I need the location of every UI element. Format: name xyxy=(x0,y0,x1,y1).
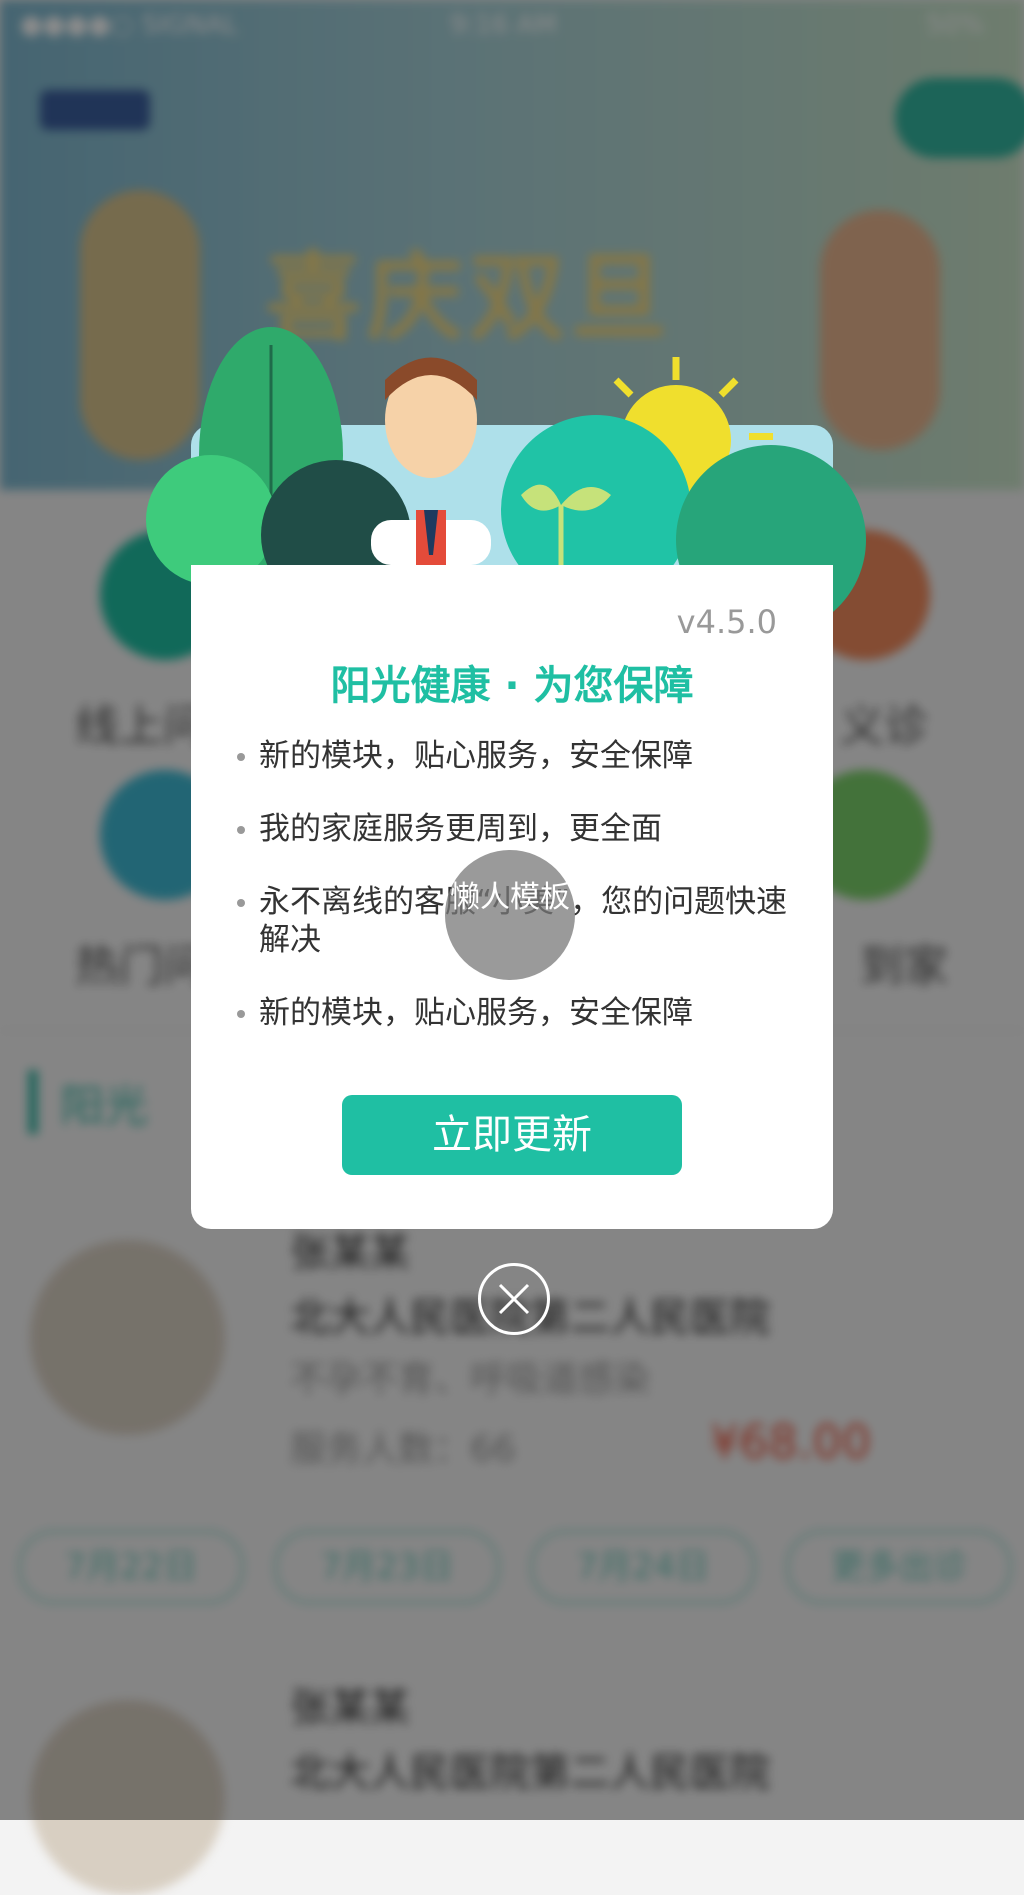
watermark-badge: 懒人模板 xyxy=(445,850,575,980)
update-now-button[interactable]: 立即更新 xyxy=(342,1095,682,1175)
feature-text: 我的家庭服务更周到，更全面 xyxy=(259,811,662,847)
doctor-illustration xyxy=(146,327,866,635)
bullet-dot xyxy=(237,826,245,834)
feature-text: 新的模块，贴心服务，安全保障 xyxy=(259,995,693,1031)
feature-item: 新的模块，贴心服务，安全保障 xyxy=(237,737,797,775)
feature-item: 新的模块，贴心服务，安全保障 xyxy=(237,994,797,1032)
feature-item: 我的家庭服务更周到，更全面 xyxy=(237,810,797,848)
dialog-headline: 阳光健康 · 为您保障 xyxy=(330,663,694,709)
close-icon[interactable] xyxy=(478,1263,550,1335)
bullet-dot xyxy=(237,1010,245,1018)
version-label: v4.5.0 xyxy=(676,603,777,641)
bullet-dot xyxy=(237,899,245,907)
bullet-dot xyxy=(237,753,245,761)
feature-text: 新的模块，贴心服务，安全保障 xyxy=(259,738,693,774)
update-dialog: v4.5.0 阳光健康 · 为您保障 新的模块，贴心服务，安全保障 我的家庭服务… xyxy=(146,327,866,1229)
